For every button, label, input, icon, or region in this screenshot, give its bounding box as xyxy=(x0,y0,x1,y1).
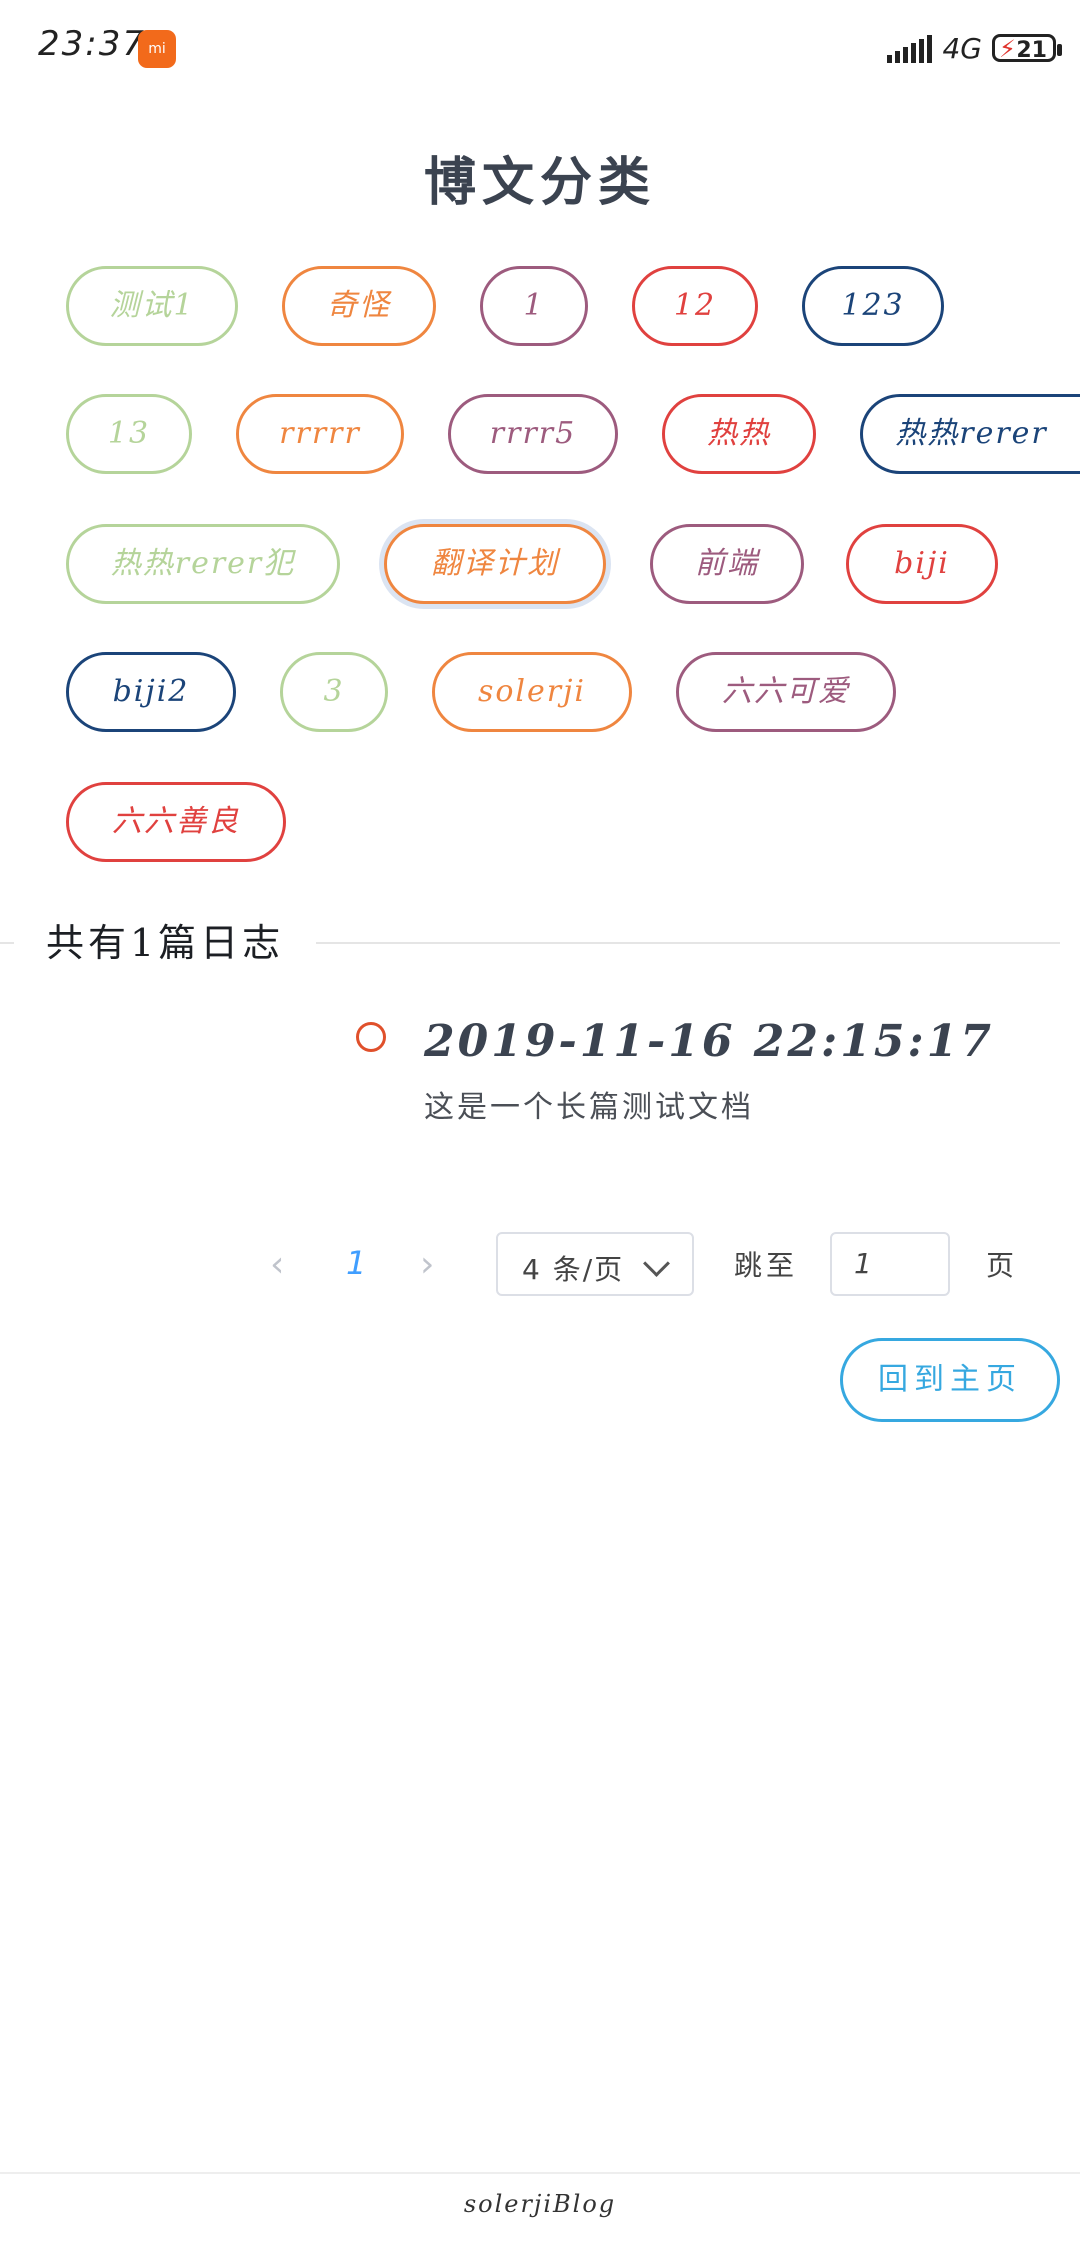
category-tag-active[interactable]: 翻译计划 xyxy=(384,524,606,604)
divider-line xyxy=(316,942,1060,944)
page-unit-label: 页 xyxy=(986,1249,1015,1282)
category-tag[interactable]: 热热rerer犯 xyxy=(66,524,340,604)
timeline-dot-icon xyxy=(356,1022,386,1052)
category-tag[interactable]: 123 xyxy=(802,266,944,346)
battery-icon: ⚡ 21 xyxy=(992,34,1062,63)
category-tag[interactable]: 测试1 xyxy=(66,266,238,346)
status-bar: 23:37 mi 4G ⚡ 21 xyxy=(0,0,1080,96)
category-tag[interactable]: 热热 xyxy=(662,394,816,474)
back-home-button[interactable]: 回到主页 xyxy=(840,1338,1060,1422)
post-count-heading: 共有1篇日志 xyxy=(46,921,285,965)
divider-line xyxy=(0,942,14,944)
post-date: 2019-11-16 22:15:17 xyxy=(424,1016,994,1067)
prev-page-button[interactable]: ‹ xyxy=(270,1244,284,1285)
page-size-value: 4 条/页 xyxy=(522,1253,625,1286)
category-tag[interactable]: 3 xyxy=(280,652,388,732)
goto-page-input[interactable]: 1 xyxy=(830,1232,950,1296)
page-number-current[interactable]: 1 xyxy=(346,1244,366,1282)
status-indicators: 4G ⚡ 21 xyxy=(887,28,1062,68)
category-tag[interactable]: rrrr5 xyxy=(448,394,618,474)
battery-level: 21 xyxy=(1016,38,1047,63)
post-title-link[interactable]: 这是一个长篇测试文档 xyxy=(424,1082,754,1126)
category-tag[interactable]: 六六善良 xyxy=(66,782,286,862)
page-size-select[interactable]: 4 条/页 xyxy=(496,1232,694,1296)
category-tag[interactable]: biji xyxy=(846,524,998,604)
page-title: 博文分类 xyxy=(423,152,656,213)
footer-divider xyxy=(0,2172,1080,2174)
goto-label: 跳至 xyxy=(734,1249,799,1282)
status-time: 23:37 xyxy=(38,24,146,64)
signal-icon xyxy=(887,33,933,63)
chevron-down-icon xyxy=(643,1250,670,1277)
app-notification-icon: mi xyxy=(138,30,176,68)
next-page-button[interactable]: › xyxy=(420,1244,434,1285)
category-tag[interactable]: 13 xyxy=(66,394,192,474)
category-tag[interactable]: 前端 xyxy=(650,524,804,604)
category-tag[interactable]: biji2 xyxy=(66,652,236,732)
category-tag[interactable]: rrrrr xyxy=(236,394,404,474)
category-tag[interactable]: 六六可爱 xyxy=(676,652,896,732)
charging-icon: ⚡ xyxy=(999,35,1016,63)
category-tag[interactable]: 12 xyxy=(632,266,758,346)
footer-brand: solerjiBlog xyxy=(463,2190,617,2218)
category-tag[interactable]: 奇怪 xyxy=(282,266,436,346)
category-tag[interactable]: solerji xyxy=(432,652,632,732)
network-type: 4G xyxy=(942,31,982,65)
category-tag[interactable]: 热热rerer xyxy=(860,394,1080,474)
category-tag[interactable]: 1 xyxy=(480,266,588,346)
